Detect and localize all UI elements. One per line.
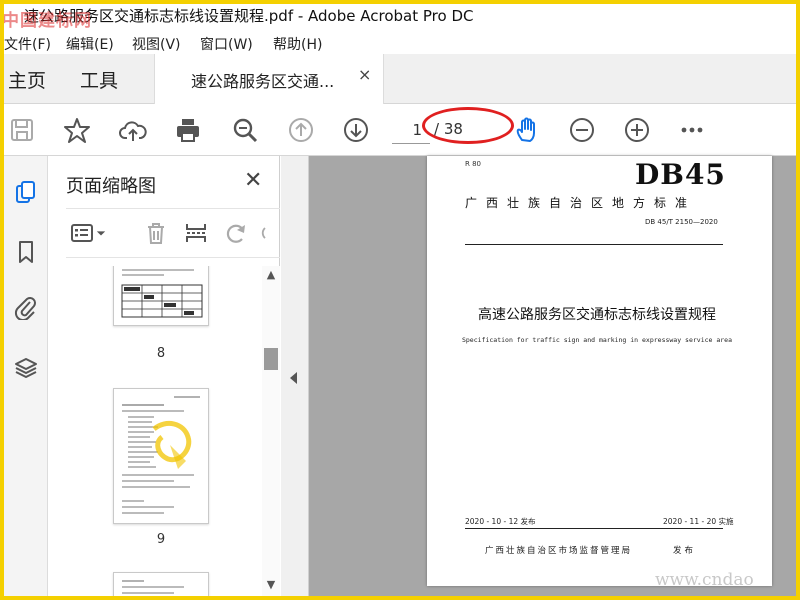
release-date: 2020 - 10 - 12 发布 — [465, 517, 536, 526]
hand-tool-icon — [516, 117, 535, 142]
watermark-url: www.cndao — [655, 570, 754, 590]
tab-bar: 主页 工具 速公路服务区交通... × — [4, 54, 796, 104]
divider — [465, 244, 723, 245]
options-dropdown-button[interactable] — [94, 219, 108, 247]
page-thumbnail-8[interactable] — [113, 266, 209, 326]
chevron-left-icon — [290, 372, 297, 384]
panel-title: 页面缩略图 — [66, 176, 156, 197]
layers-icon — [15, 358, 37, 378]
menu-view[interactable]: 视图(V) — [132, 34, 181, 54]
options-list-icon — [71, 224, 93, 242]
insert-pages-button[interactable] — [182, 219, 210, 247]
rotate-button[interactable] — [222, 219, 250, 247]
print-icon — [177, 119, 199, 142]
document-tab-label: 速公路服务区交通... — [191, 72, 335, 91]
standard-number: DB 45/T 2150—2020 — [645, 218, 718, 226]
page-total: / 38 — [434, 120, 463, 138]
attachments-button[interactable] — [10, 292, 42, 324]
previous-page-button[interactable] — [285, 114, 317, 146]
more-icon — [681, 127, 703, 133]
publish-label: 发布 — [673, 546, 697, 556]
search-button[interactable] — [229, 114, 261, 146]
thumbnail-page-number: 9 — [156, 532, 166, 547]
zoom-in-icon — [625, 118, 649, 142]
scroll-down-icon[interactable]: ▼ — [262, 578, 280, 596]
menu-file[interactable]: 文件(F) — [4, 34, 51, 54]
star-icon — [64, 118, 90, 143]
page-thumbnail-9[interactable] — [113, 388, 209, 524]
paperclip-icon — [14, 297, 36, 320]
db-code: DB45 — [635, 158, 726, 191]
thumbnails-panel: 页面缩略图 ✕ 8 9 ▲ ▼ — [48, 156, 280, 596]
menu-edit[interactable]: 编辑(E) — [66, 34, 114, 54]
tab-home[interactable]: 主页 — [8, 66, 46, 93]
zoom-out-button[interactable] — [566, 114, 598, 146]
bookmarks-button[interactable] — [10, 236, 42, 268]
collapse-panel-handle[interactable] — [281, 156, 309, 596]
zoom-in-button[interactable] — [621, 114, 653, 146]
tab-document[interactable]: 速公路服务区交通... × — [154, 54, 384, 104]
implement-date: 2020 - 11 - 20 实施 — [663, 517, 734, 526]
page-8-preview — [121, 269, 203, 318]
thumbnail-page-number: 8 — [156, 346, 166, 361]
menu-window[interactable]: 窗口(W) — [200, 34, 253, 54]
toolbar: 1 / 38 — [4, 104, 796, 156]
issuing-region: 广西壮族自治区地方标准 — [465, 196, 697, 210]
insert-page-icon — [186, 224, 206, 242]
trash-icon — [148, 223, 164, 244]
menu-bar: 文件(F) 编辑(E) 视图(V) 窗口(W) 帮助(H) — [4, 32, 796, 54]
more-tools-button[interactable] — [676, 114, 708, 146]
zoom-out-icon — [570, 118, 594, 142]
next-page-button[interactable] — [340, 114, 372, 146]
close-panel-icon[interactable]: ✕ — [244, 168, 262, 193]
page-10-preview — [122, 580, 184, 594]
upload-button[interactable] — [117, 114, 149, 146]
page-number-input[interactable]: 1 — [392, 116, 430, 144]
rotate-icon — [226, 224, 245, 243]
bookmark-button[interactable] — [61, 114, 93, 146]
upload-cloud-icon — [119, 121, 147, 141]
save-button[interactable] — [6, 114, 38, 146]
thumbnail-options-button[interactable] — [68, 219, 96, 247]
page-9-preview — [122, 396, 200, 514]
standard-category: R 80 — [465, 160, 481, 168]
page-thumbnail-10[interactable] — [113, 572, 209, 596]
acrobat-window: 速公路服务区交通标志标线设置规程.pdf - Adobe Acrobat Pro… — [4, 4, 796, 596]
print-button[interactable] — [172, 114, 204, 146]
page-thumbnails-icon — [16, 181, 35, 203]
document-title: 高速公路服务区交通标志标线设置规程 — [478, 307, 716, 323]
close-tab-icon[interactable]: × — [358, 65, 371, 84]
thumbnail-toolbar — [66, 208, 280, 258]
tab-tools[interactable]: 工具 — [80, 66, 118, 93]
title-bar: 速公路服务区交通标志标线设置规程.pdf - Adobe Acrobat Pro… — [4, 4, 796, 32]
rotate-clockwise-icon — [261, 227, 266, 239]
document-view: R 80 DB45 广西壮族自治区地方标准 DB 45/T 2150—2020 … — [281, 156, 796, 596]
menu-help[interactable]: 帮助(H) — [273, 34, 322, 54]
scroll-up-icon[interactable]: ▲ — [262, 268, 280, 286]
pdf-page: R 80 DB45 广西壮族自治区地方标准 DB 45/T 2150—2020 … — [427, 156, 772, 586]
thumbnail-list: 8 9 — [66, 266, 262, 596]
zoom-search-icon — [233, 118, 258, 143]
document-title-english: Specification for traffic sign and marki… — [461, 336, 733, 344]
chevron-down-icon — [96, 231, 106, 236]
issuing-authority: 广西壮族自治区市场监督管理局 — [485, 546, 633, 556]
divider — [465, 528, 723, 529]
arrow-down-circle-icon — [344, 118, 368, 142]
hand-tool-button[interactable] — [511, 114, 543, 146]
thumbnail-scrollbar[interactable]: ▲ ▼ — [262, 266, 280, 596]
watermark-logo: 中国建标网 — [4, 11, 92, 31]
delete-pages-button[interactable] — [142, 219, 170, 247]
bookmark-icon — [19, 241, 33, 263]
scrollbar-thumb[interactable] — [264, 348, 278, 370]
rotate-clockwise-button[interactable] — [260, 219, 280, 247]
page-thumbnails-button[interactable] — [10, 176, 42, 208]
arrow-up-circle-icon — [289, 118, 313, 142]
navigation-rail — [4, 156, 48, 596]
layers-button[interactable] — [10, 352, 42, 384]
save-icon — [11, 119, 33, 141]
